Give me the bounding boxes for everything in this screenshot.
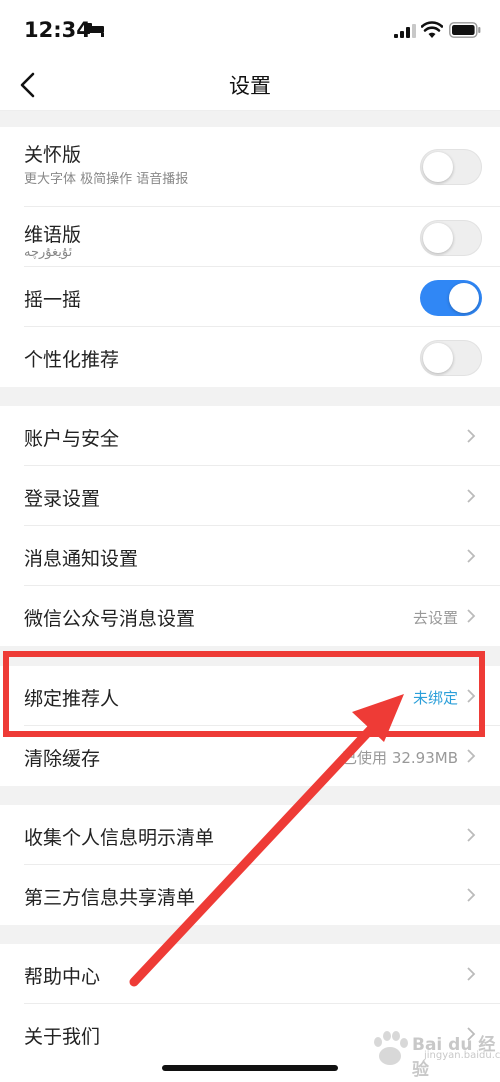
- row-label: 关怀版: [24, 144, 82, 166]
- setting-row-shake[interactable]: 摇一摇: [0, 267, 500, 327]
- row-label: 微信公众号消息设置: [24, 608, 196, 630]
- account-settings-group: 账户与安全 登录设置 消息通知设置 微信公众号消息设置 去设置: [0, 406, 500, 646]
- chevron-right-icon: [467, 967, 476, 981]
- row-label: 个性化推荐: [24, 349, 120, 371]
- row-label: 维语版: [24, 224, 82, 246]
- row-label: 收集个人信息明示清单: [24, 827, 215, 849]
- setting-row-personal-info-list[interactable]: 收集个人信息明示清单: [0, 805, 500, 865]
- home-indicator: [162, 1065, 338, 1071]
- chevron-right-icon: [467, 689, 476, 703]
- wifi-icon: [421, 21, 443, 38]
- privacy-settings-group: 收集个人信息明示清单 第三方信息共享清单: [0, 805, 500, 925]
- page-title: 设置: [229, 74, 271, 98]
- setting-row-bind-referrer[interactable]: 绑定推荐人 未绑定: [0, 666, 500, 726]
- row-value: 未绑定: [412, 689, 458, 707]
- referrer-settings-group: 绑定推荐人 未绑定 清除缓存 已使用 32.93MB: [0, 666, 500, 786]
- setting-row-help-center[interactable]: 帮助中心: [0, 944, 500, 1004]
- row-label: 摇一摇: [24, 289, 82, 311]
- toggle-knob: [423, 152, 453, 182]
- chevron-right-icon: [467, 429, 476, 443]
- row-sublabel: ئۇيغۇرچە: [24, 245, 73, 260]
- row-label: 关于我们: [24, 1026, 101, 1048]
- setting-row-login[interactable]: 登录设置: [0, 466, 500, 526]
- chevron-right-icon: [467, 828, 476, 842]
- toggle-settings-group: 关怀版 更大字体 极简操作 语音播报 维语版 ئۇيغۇرچە 摇一摇 个性化推…: [0, 127, 500, 387]
- setting-row-account-security[interactable]: 账户与安全: [0, 406, 500, 466]
- row-label: 账户与安全: [24, 428, 120, 450]
- watermark-sub: jingyan.baidu.com: [424, 1050, 500, 1061]
- chevron-right-icon: [467, 749, 476, 763]
- row-label: 绑定推荐人: [24, 688, 120, 710]
- row-label: 清除缓存: [24, 748, 101, 770]
- nav-bar: 设置: [0, 60, 500, 111]
- setting-row-notifications[interactable]: 消息通知设置: [0, 526, 500, 586]
- status-bar: 12:34: [0, 0, 500, 60]
- chevron-right-icon: [467, 888, 476, 902]
- row-label: 消息通知设置: [24, 548, 139, 570]
- personalized-toggle[interactable]: [420, 340, 482, 376]
- row-label: 帮助中心: [24, 966, 101, 988]
- setting-row-care-mode[interactable]: 关怀版 更大字体 极简操作 语音播报: [0, 127, 500, 207]
- chevron-right-icon: [467, 549, 476, 563]
- row-sublabel: 更大字体 极简操作 语音播报: [24, 172, 189, 187]
- battery-icon: [449, 22, 481, 38]
- row-label: 第三方信息共享清单: [24, 887, 196, 909]
- setting-row-wechat[interactable]: 微信公众号消息设置 去设置: [0, 586, 500, 646]
- chevron-right-icon: [467, 489, 476, 503]
- setting-row-third-party-list[interactable]: 第三方信息共享清单: [0, 865, 500, 925]
- row-value: 已使用 32.93MB: [342, 749, 458, 767]
- setting-row-personalized[interactable]: 个性化推荐: [0, 327, 500, 387]
- toggle-knob: [423, 343, 453, 373]
- shake-toggle[interactable]: [420, 280, 482, 316]
- setting-row-clear-cache[interactable]: 清除缓存 已使用 32.93MB: [0, 726, 500, 786]
- setting-row-uyghur[interactable]: 维语版 ئۇيغۇرچە: [0, 207, 500, 267]
- care-mode-toggle[interactable]: [420, 149, 482, 185]
- status-time: 12:34: [24, 18, 91, 42]
- toggle-knob: [423, 223, 453, 253]
- row-label: 登录设置: [24, 488, 101, 510]
- row-value: 去设置: [412, 609, 458, 627]
- signal-icon: [394, 24, 416, 38]
- uyghur-toggle[interactable]: [420, 220, 482, 256]
- chevron-right-icon: [467, 609, 476, 623]
- toggle-knob: [449, 283, 479, 313]
- bed-icon: [84, 23, 104, 37]
